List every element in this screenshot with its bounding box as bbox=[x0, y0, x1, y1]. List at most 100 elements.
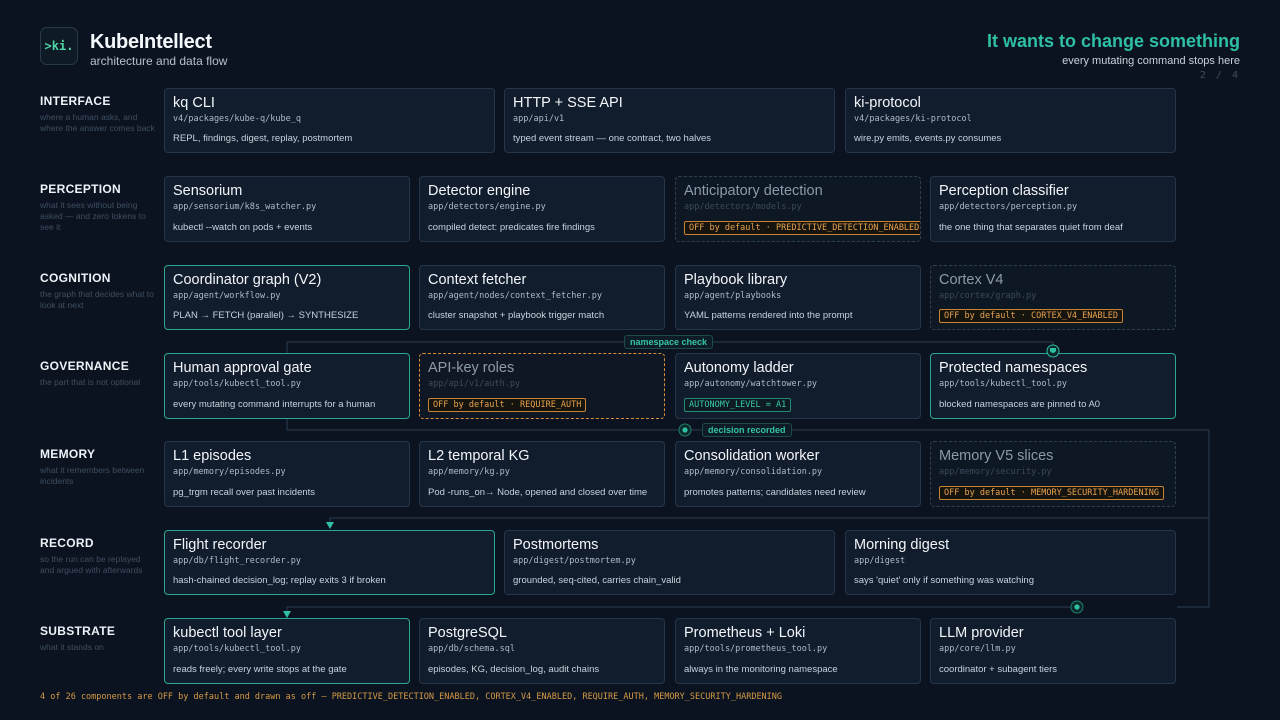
layer-governance: GOVERNANCE the part that is not optional bbox=[40, 359, 155, 388]
card-title: Detector engine bbox=[428, 183, 531, 199]
card-description: kubectl --watch on pods + events bbox=[173, 222, 313, 233]
layer-interface: INTERFACE where a human asks, and where … bbox=[40, 94, 155, 134]
card-memory-v5-slices[interactable]: Memory V5 slices app/memory/security.py … bbox=[930, 441, 1176, 507]
card-anticipatory-detection[interactable]: Anticipatory detection app/detectors/mod… bbox=[675, 176, 921, 242]
card-prometheus-loki[interactable]: Prometheus + Loki app/tools/prometheus_t… bbox=[675, 618, 921, 684]
card-consolidation-worker[interactable]: Consolidation worker app/memory/consolid… bbox=[675, 441, 921, 507]
card-llm-provider[interactable]: LLM provider app/core/llm.py coordinator… bbox=[930, 618, 1176, 684]
card-autonomy-ladder[interactable]: Autonomy ladder app/autonomy/watchtower.… bbox=[675, 353, 921, 419]
card-path: app/digest bbox=[854, 556, 906, 566]
card-postgresql[interactable]: PostgreSQL app/db/schema.sql episodes, K… bbox=[419, 618, 665, 684]
card-title: Coordinator graph (V2) bbox=[173, 272, 322, 288]
flight-recorder-wire bbox=[329, 517, 1209, 528]
off-by-default-badge: OFF by default · REQUIRE_AUTH bbox=[428, 398, 587, 412]
card-title: Morning digest bbox=[854, 537, 950, 553]
card-title: L1 episodes bbox=[173, 448, 252, 464]
card-path: app/api/v1/auth.py bbox=[428, 379, 521, 389]
layer-name: COGNITION bbox=[40, 271, 111, 285]
card-title: LLM provider bbox=[939, 625, 1024, 641]
card-path: app/db/flight_recorder.py bbox=[173, 556, 301, 566]
card-description: grounded, seq-cited, carries chain_valid bbox=[513, 575, 681, 586]
card-title: Autonomy ladder bbox=[684, 360, 794, 376]
card-description: blocked namespaces are pinned to A0 bbox=[939, 399, 1101, 410]
page-indicator[interactable]: 2 / 4 bbox=[1200, 70, 1240, 81]
autonomy-level-badge: AUTONOMY_LEVEL = A1 bbox=[684, 398, 792, 412]
layer-description: what it remembers between incidents bbox=[40, 465, 145, 486]
card-description: coordinator + subagent tiers bbox=[939, 664, 1058, 675]
card-kubectl-tool-layer[interactable]: kubectl tool layer app/tools/kubectl_too… bbox=[164, 618, 410, 684]
card-title: kubectl tool layer bbox=[173, 625, 282, 641]
card-path: app/sensorium/k8s_watcher.py bbox=[173, 202, 317, 212]
app-title: KubeIntellect bbox=[90, 31, 212, 53]
card-description: episodes, KG, decision_log, audit chains bbox=[428, 664, 600, 675]
card-perception-classifier[interactable]: Perception classifier app/detectors/perc… bbox=[930, 176, 1176, 242]
card-title: Context fetcher bbox=[428, 272, 527, 288]
card-path: app/agent/playbooks bbox=[684, 291, 782, 301]
card-detector-engine[interactable]: Detector engine app/detectors/engine.py … bbox=[419, 176, 665, 242]
card-title: Flight recorder bbox=[173, 537, 267, 553]
card-http-sse-api[interactable]: HTTP + SSE API app/api/v1 typed event st… bbox=[504, 88, 835, 153]
card-playbook-library[interactable]: Playbook library app/agent/playbooks YAM… bbox=[675, 265, 921, 330]
card-description: wire.py emits, events.py consumes bbox=[854, 133, 1002, 144]
card-title: Memory V5 slices bbox=[939, 448, 1054, 464]
card-path: v4/packages/ki-protocol bbox=[854, 114, 972, 124]
off-by-default-badge: OFF by default · CORTEX_V4_ENABLED bbox=[939, 309, 1123, 323]
layer-name: MEMORY bbox=[40, 447, 96, 461]
card-description: REPL, findings, digest, replay, postmort… bbox=[173, 133, 353, 144]
card-description: PLAN → FETCH (parallel) → SYNTHESIZE bbox=[173, 310, 359, 321]
card-path: app/detectors/engine.py bbox=[428, 202, 546, 212]
card-description: cluster snapshot + playbook trigger matc… bbox=[428, 310, 605, 321]
card-morning-digest[interactable]: Morning digest app/digest says 'quiet' o… bbox=[845, 530, 1176, 595]
card-path: app/tools/prometheus_tool.py bbox=[684, 644, 828, 654]
card-flight-recorder[interactable]: Flight recorder app/db/flight_recorder.p… bbox=[164, 530, 495, 595]
card-title: HTTP + SSE API bbox=[513, 95, 623, 111]
card-path: app/tools/kubectl_tool.py bbox=[939, 379, 1067, 389]
card-path: app/memory/kg.py bbox=[428, 467, 510, 477]
card-description: reads freely; every write stops at the g… bbox=[173, 664, 347, 675]
card-coordinator-graph[interactable]: Coordinator graph (V2) app/agent/workflo… bbox=[164, 265, 410, 330]
card-title: Protected namespaces bbox=[939, 360, 1088, 376]
layer-name: GOVERNANCE bbox=[40, 359, 130, 373]
card-path: v4/packages/kube-q/kube_q bbox=[173, 114, 301, 124]
card-path: app/agent/workflow.py bbox=[173, 291, 281, 301]
card-human-approval-gate[interactable]: Human approval gate app/tools/kubectl_to… bbox=[164, 353, 410, 419]
layer-cognition: COGNITION the graph that decides what to… bbox=[40, 271, 155, 311]
layer-substrate: SUBSTRATE what it stands on bbox=[40, 624, 155, 653]
substrate-wire bbox=[286, 606, 1075, 618]
card-cortex-v4[interactable]: Cortex V4 app/cortex/graph.py OFF by def… bbox=[930, 265, 1176, 330]
layer-record: RECORD so the run can be replayed and ar… bbox=[40, 536, 155, 576]
card-l2-temporal-kg[interactable]: L2 temporal KG app/memory/kg.py Pod -run… bbox=[419, 441, 665, 507]
card-title: Cortex V4 bbox=[939, 272, 1004, 288]
card-title: Consolidation worker bbox=[684, 448, 820, 464]
layer-name: SUBSTRATE bbox=[40, 624, 116, 638]
slide-subheadline: every mutating command stops here bbox=[1062, 55, 1240, 67]
card-sensorium[interactable]: Sensorium app/sensorium/k8s_watcher.py k… bbox=[164, 176, 410, 242]
arrow-to-kubectl-layer bbox=[283, 611, 291, 618]
card-protected-namespaces[interactable]: Protected namespaces app/tools/kubectl_t… bbox=[930, 353, 1176, 419]
card-api-key-roles[interactable]: API-key roles app/api/v1/auth.py OFF by … bbox=[419, 353, 665, 419]
card-title: kq CLI bbox=[173, 95, 215, 111]
card-l1-episodes[interactable]: L1 episodes app/memory/episodes.py pg_tr… bbox=[164, 441, 410, 507]
layer-name: INTERFACE bbox=[40, 94, 111, 108]
card-description: YAML patterns rendered into the prompt bbox=[684, 310, 853, 321]
card-path: app/detectors/models.py bbox=[684, 202, 802, 212]
card-description: hash-chained decision_log; replay exits … bbox=[173, 575, 386, 586]
card-description: every mutating command interrupts for a … bbox=[173, 399, 376, 410]
card-context-fetcher[interactable]: Context fetcher app/agent/nodes/context_… bbox=[419, 265, 665, 330]
card-ki-protocol[interactable]: ki-protocol v4/packages/ki-protocol wire… bbox=[845, 88, 1176, 153]
layer-description: the graph that decides what to look at n… bbox=[40, 289, 154, 310]
card-title: Human approval gate bbox=[173, 360, 312, 376]
card-path: app/tools/kubectl_tool.py bbox=[173, 644, 301, 654]
off-by-default-badge: OFF by default · PREDICTIVE_DETECTION_EN… bbox=[684, 221, 920, 235]
digest-node-icon bbox=[1070, 600, 1084, 614]
card-title: L2 temporal KG bbox=[428, 448, 530, 464]
card-path: app/detectors/perception.py bbox=[939, 202, 1078, 212]
card-path: app/tools/kubectl_tool.py bbox=[173, 379, 301, 389]
card-postmortems[interactable]: Postmortems app/digest/postmortem.py gro… bbox=[504, 530, 835, 595]
card-path: app/core/llm.py bbox=[939, 644, 1016, 654]
card-description: promotes patterns; candidates need revie… bbox=[684, 487, 866, 498]
card-title: Postmortems bbox=[513, 537, 599, 553]
layer-description: where a human asks, and where the answer… bbox=[40, 112, 155, 133]
card-kq-cli[interactable]: kq CLI v4/packages/kube-q/kube_q REPL, f… bbox=[164, 88, 495, 153]
app-subtitle: architecture and data flow bbox=[90, 54, 228, 68]
